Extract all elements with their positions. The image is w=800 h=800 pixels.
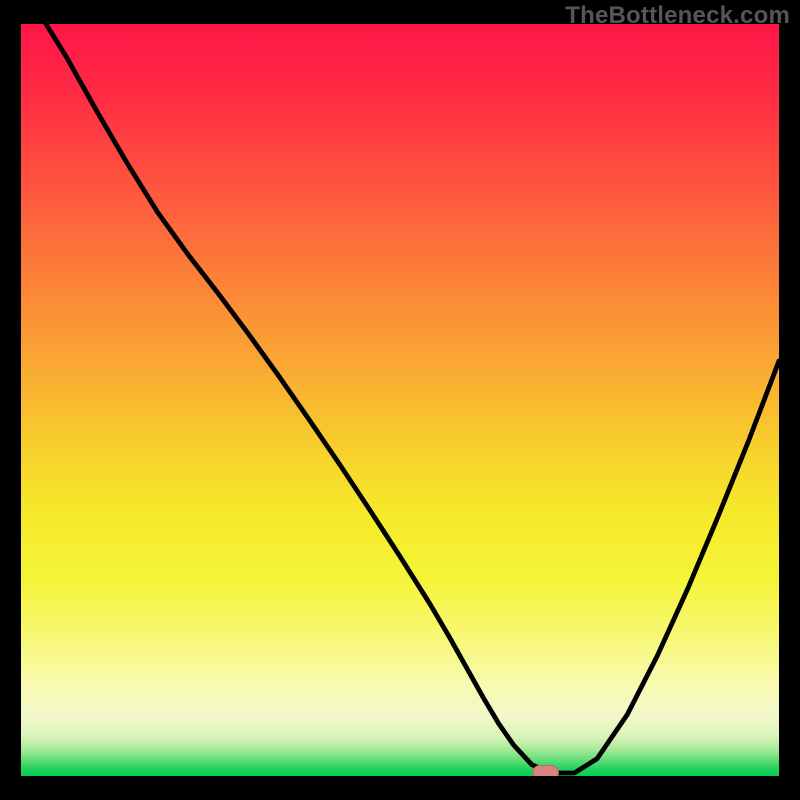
gradient-background: [21, 24, 779, 776]
watermark-text: TheBottleneck.com: [565, 2, 790, 30]
bottleneck-plot: [21, 24, 779, 776]
optimal-point-marker: [533, 765, 559, 776]
chart-frame: TheBottleneck.com: [0, 0, 800, 800]
